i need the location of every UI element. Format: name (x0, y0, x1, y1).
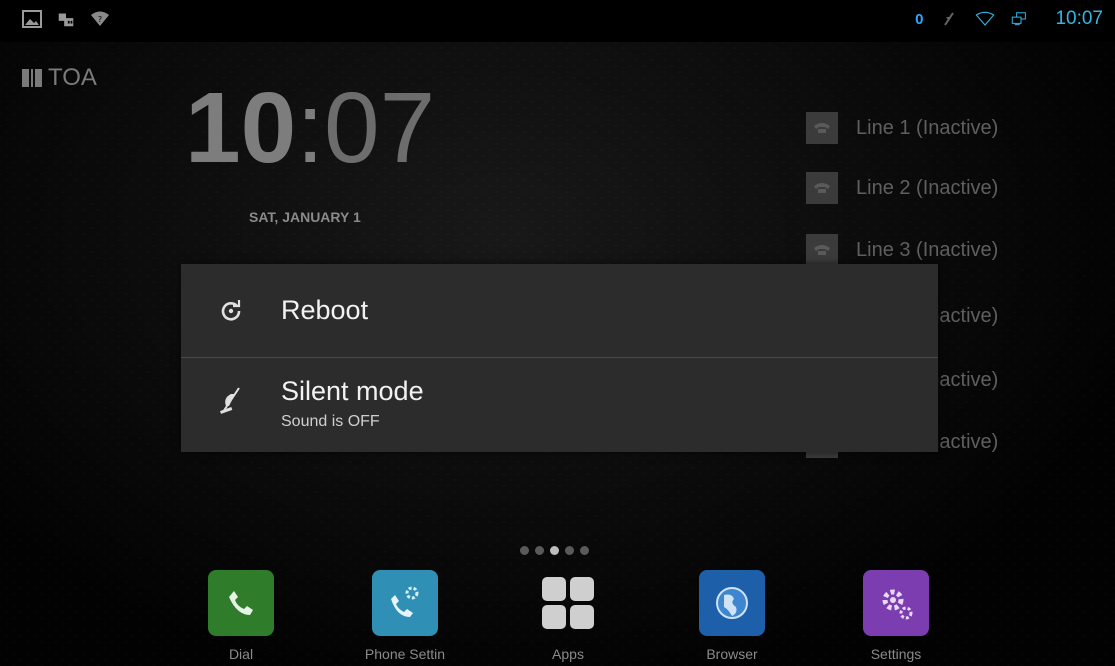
page-dot (580, 546, 589, 555)
clock-minute: 07 (324, 72, 436, 184)
line-item[interactable]: Line 2 (Inactive) (806, 168, 1066, 208)
reboot-title: Reboot (281, 295, 369, 325)
page-dot (535, 546, 544, 555)
line-phone-icon (806, 112, 838, 144)
dock-browser[interactable]: Browser (697, 570, 767, 662)
reboot-option[interactable]: Reboot (181, 264, 938, 357)
clock-widget[interactable]: 10:07 (185, 78, 435, 178)
apps-grid-icon (535, 570, 601, 636)
usb-icon (56, 9, 76, 29)
dock-dial[interactable]: Dial (206, 570, 276, 662)
dock-phone-settings[interactable]: Phone Settin (365, 570, 445, 662)
wifi-signal-icon (975, 9, 995, 29)
silent-mode-option[interactable]: Silent mode Sound is OFF (181, 358, 938, 452)
network-icon (1011, 9, 1031, 29)
browser-globe-icon (699, 570, 765, 636)
page-dot (520, 546, 529, 555)
clock-date: SAT, JANUARY 1 (249, 209, 361, 225)
page-indicator (520, 546, 589, 555)
silent-mode-icon (215, 384, 247, 416)
dock-label: Phone Settin (364, 646, 446, 662)
settings-gear-icon (863, 570, 929, 636)
clock-colon: : (296, 72, 325, 184)
line-phone-icon (806, 234, 838, 266)
system-icons: 0 10:07 (915, 8, 1103, 30)
svg-text:?: ? (98, 15, 102, 24)
silent-mode-subtitle: Sound is OFF (281, 413, 380, 430)
phone-icon (208, 570, 274, 636)
line-item[interactable]: Line 1 (Inactive) (806, 108, 1066, 148)
gallery-icon (22, 9, 42, 29)
notification-icons: ? (22, 9, 110, 29)
reboot-icon (215, 295, 247, 327)
status-time: 10:07 (1055, 8, 1103, 29)
phone-settings-icon (372, 570, 438, 636)
toa-logo: TOA (22, 64, 97, 92)
dock-label: Apps (552, 646, 584, 662)
notification-count: 0 (915, 10, 924, 28)
power-options-dialog: Reboot Silent mode Sound is OFF (181, 264, 938, 452)
wifi-icon: ? (90, 9, 110, 29)
line-label: Line 2 (Inactive) (856, 176, 999, 199)
dock-label: Settings (870, 646, 922, 662)
brand-name: TOA (48, 64, 97, 91)
dock-label: Dial (228, 646, 254, 662)
dock-label: Browser (706, 646, 758, 662)
page-dot (565, 546, 574, 555)
clock-hour: 10 (185, 72, 297, 184)
toa-logo-mark (22, 69, 43, 87)
vibrate-icon (939, 9, 959, 29)
page-dot-active (550, 546, 559, 555)
line-phone-icon (806, 172, 838, 204)
dock-apps[interactable]: Apps (533, 570, 603, 662)
status-bar[interactable]: ? 0 10:07 (0, 0, 1115, 42)
dock-settings[interactable]: Settings (861, 570, 931, 662)
line-label: Line 3 (Inactive) (856, 238, 999, 261)
silent-mode-title: Silent mode (281, 376, 424, 406)
line-label: Line 1 (Inactive) (856, 116, 999, 139)
